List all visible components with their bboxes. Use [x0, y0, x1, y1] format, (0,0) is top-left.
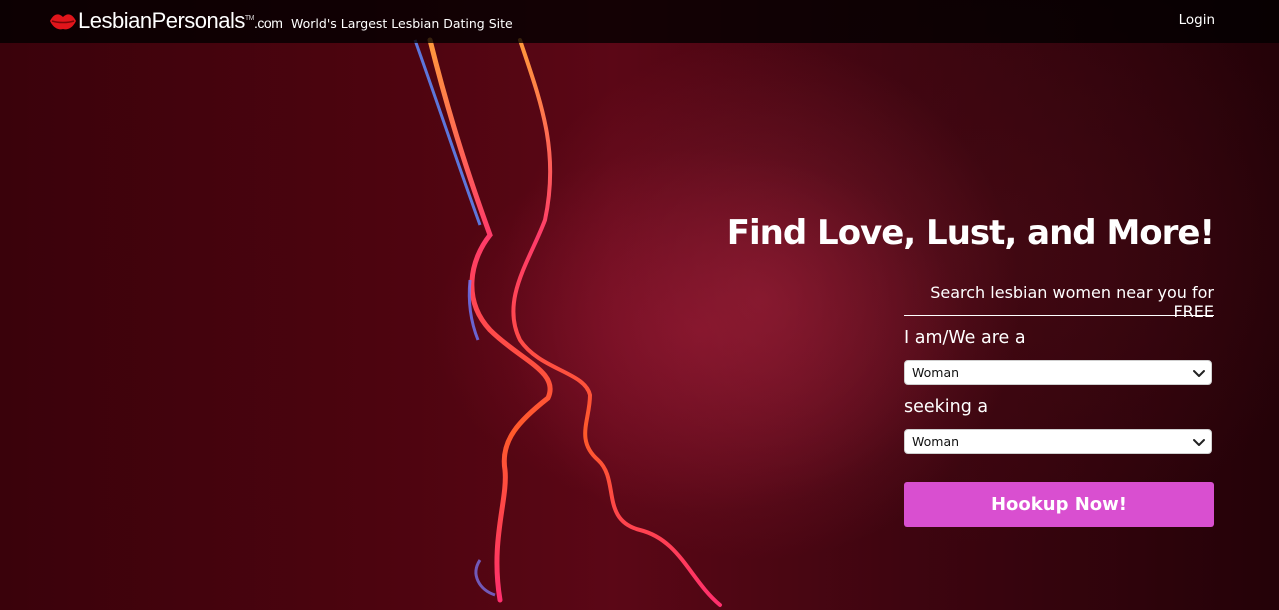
seeking-select[interactable]: Woman: [904, 429, 1212, 454]
i-am-select[interactable]: Woman: [904, 360, 1212, 385]
chevron-down-icon: [1193, 369, 1205, 377]
login-link[interactable]: Login: [1179, 12, 1215, 28]
top-navigation-bar: LesbianPersonalsTM.com World's Largest L…: [0, 0, 1279, 43]
i-am-label: I am/We are a: [904, 328, 1026, 348]
lips-logo-icon: [50, 14, 76, 30]
chevron-down-icon: [1193, 438, 1205, 446]
site-logo[interactable]: LesbianPersonalsTM.com: [48, 6, 283, 36]
i-am-select-value: Woman: [912, 365, 960, 380]
divider: [904, 315, 1214, 316]
hero-headline: Find Love, Lust, and More!: [726, 213, 1215, 253]
seeking-select-value: Woman: [912, 434, 960, 449]
hookup-now-button[interactable]: Hookup Now!: [904, 482, 1214, 527]
site-tagline: World's Largest Lesbian Dating Site: [291, 16, 513, 31]
logo-wordmark: LesbianPersonalsTM.com: [78, 8, 283, 33]
seeking-label: seeking a: [904, 397, 989, 417]
